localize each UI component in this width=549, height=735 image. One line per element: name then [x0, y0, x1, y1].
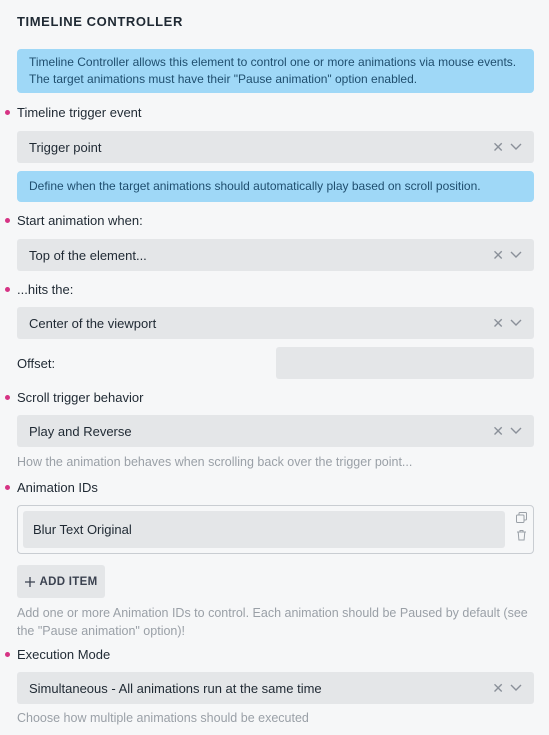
select-value: Simultaneous - All animations run at the…: [29, 680, 322, 696]
chevron-down-icon[interactable]: [510, 684, 522, 692]
chevron-down-icon[interactable]: [510, 427, 522, 435]
duplicate-icon[interactable]: [516, 512, 527, 523]
animation-ids-help: Add one or more Animation IDs to control…: [17, 606, 528, 638]
label-text: Timeline trigger event: [17, 105, 142, 120]
chevron-down-icon[interactable]: [510, 319, 522, 327]
required-dot: [5, 395, 10, 400]
trigger-event-select[interactable]: Trigger point ✕: [17, 131, 534, 163]
clear-icon[interactable]: ✕: [492, 139, 504, 156]
list-item-label: Blur Text Original: [33, 522, 132, 537]
add-item-button[interactable]: ADD ITEM: [17, 565, 105, 598]
select-value: Trigger point: [29, 139, 102, 155]
label-text: Execution Mode: [17, 647, 111, 662]
label-text: Start animation when:: [17, 213, 143, 228]
info-box-main: Timeline Controller allows this element …: [17, 49, 534, 93]
label-text: ...hits the:: [17, 282, 74, 297]
label-execution-mode: Execution Mode: [5, 647, 111, 662]
scroll-behavior-select[interactable]: Play and Reverse ✕: [17, 415, 534, 447]
execution-mode-help: Choose how multiple animations should be…: [17, 711, 309, 725]
label-text: Animation IDs: [17, 480, 98, 495]
execution-mode-select[interactable]: Simultaneous - All animations run at the…: [17, 672, 534, 704]
label-hits-the: ...hits the:: [5, 282, 74, 297]
required-dot: [5, 110, 10, 115]
label-timeline-trigger-event: Timeline trigger event: [5, 105, 142, 120]
offset-input[interactable]: [276, 347, 534, 379]
select-value: Play and Reverse: [29, 423, 132, 439]
hits-the-select[interactable]: Center of the viewport ✕: [17, 307, 534, 339]
clear-icon[interactable]: ✕: [492, 680, 504, 697]
select-value: Center of the viewport: [29, 315, 157, 331]
animation-ids-list: Blur Text Original: [17, 505, 534, 554]
label-animation-ids: Animation IDs: [5, 480, 98, 495]
required-dot: [5, 485, 10, 490]
clear-icon[interactable]: ✕: [492, 247, 504, 264]
select-value: Top of the element...: [29, 247, 147, 263]
label-offset: Offset:: [17, 356, 56, 371]
scroll-behavior-help: How the animation behaves when scrolling…: [17, 455, 413, 469]
label-text: Scroll trigger behavior: [17, 390, 144, 405]
chevron-down-icon[interactable]: [510, 251, 522, 259]
add-item-label: ADD ITEM: [39, 575, 98, 588]
required-dot: [5, 218, 10, 223]
start-when-select[interactable]: Top of the element... ✕: [17, 239, 534, 271]
trash-icon[interactable]: [516, 529, 527, 541]
required-dot: [5, 287, 10, 292]
label-start-animation-when: Start animation when:: [5, 213, 143, 228]
clear-icon[interactable]: ✕: [492, 315, 504, 332]
section-title: TIMELINE CONTROLLER: [17, 14, 183, 29]
label-scroll-trigger-behavior: Scroll trigger behavior: [5, 390, 144, 405]
chevron-down-icon[interactable]: [510, 143, 522, 151]
plus-icon: [24, 576, 35, 587]
clear-icon[interactable]: ✕: [492, 423, 504, 440]
info-box-scroll: Define when the target animations should…: [17, 171, 534, 202]
required-dot: [5, 652, 10, 657]
list-item[interactable]: Blur Text Original: [23, 511, 505, 548]
